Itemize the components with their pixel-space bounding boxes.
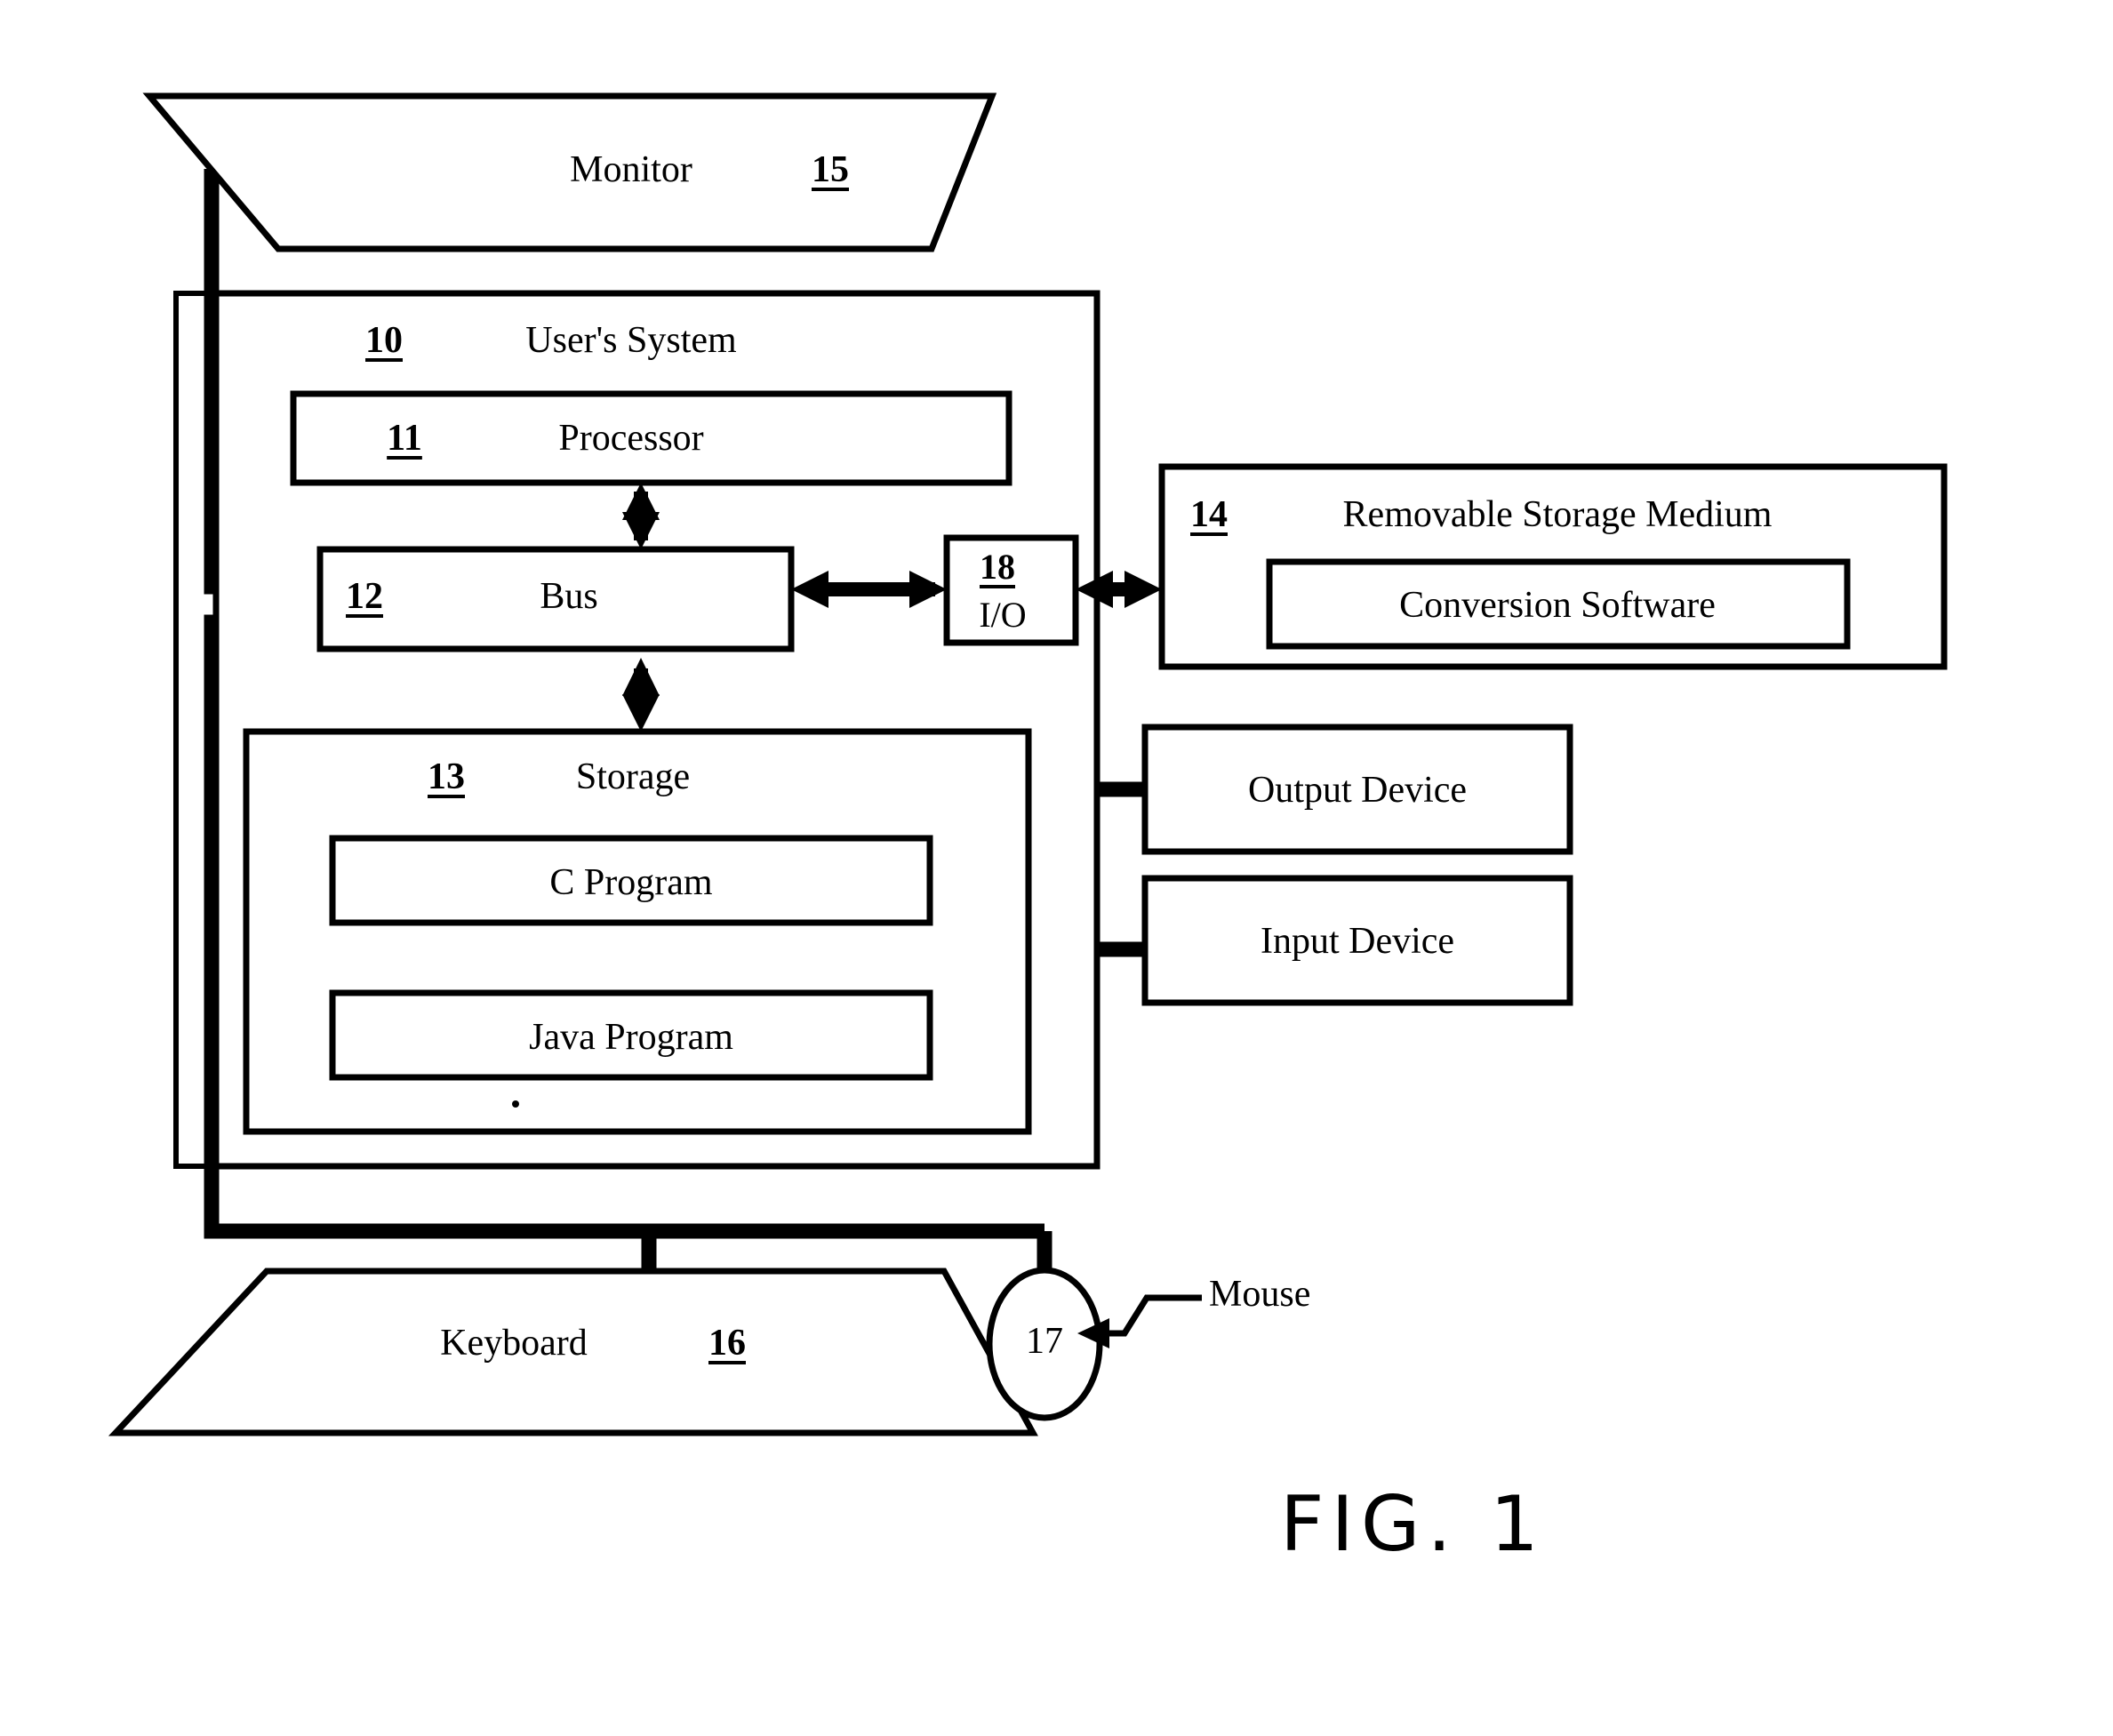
users-system-label: User's System <box>525 320 737 361</box>
mouse-label: Mouse <box>1209 1274 1311 1315</box>
output-device-label: Output Device <box>1247 770 1468 811</box>
patent-figure: Monitor 15 10 User's System 11 Processor… <box>0 0 2113 1736</box>
figure-caption: FIG. 1 <box>1280 1480 1546 1569</box>
mouse-leader <box>1109 1294 1202 1337</box>
io-ref: 18 <box>980 547 1015 587</box>
users-system-ref: 10 <box>365 320 403 361</box>
keyboard-ref: 16 <box>708 1323 746 1364</box>
bus-ref: 12 <box>346 576 383 617</box>
storage-stray-dot <box>512 1100 519 1108</box>
c-program-label: C Program <box>549 862 713 903</box>
mouse-ref: 17 <box>1026 1321 1063 1362</box>
input-device-label: Input Device <box>1260 921 1455 962</box>
processor-label: Processor <box>558 418 704 459</box>
keyboard-label: Keyboard <box>440 1323 588 1364</box>
conversion-software-label: Conversion Software <box>1399 585 1716 626</box>
removable-storage-medium-ref: 14 <box>1190 494 1228 535</box>
bus-label: Bus <box>540 576 598 617</box>
storage-label: Storage <box>575 756 691 797</box>
figure-drawing <box>108 92 1948 1436</box>
io-label: I/O <box>979 595 1027 635</box>
removable-storage-medium-label: Removable Storage Medium <box>1342 494 1773 535</box>
processor-ref: 11 <box>387 418 422 459</box>
storage-ref: 13 <box>428 756 465 797</box>
monitor-label: Monitor <box>570 149 692 190</box>
java-program-label: Java Program <box>529 1017 733 1058</box>
monitor-ref: 15 <box>812 149 849 190</box>
